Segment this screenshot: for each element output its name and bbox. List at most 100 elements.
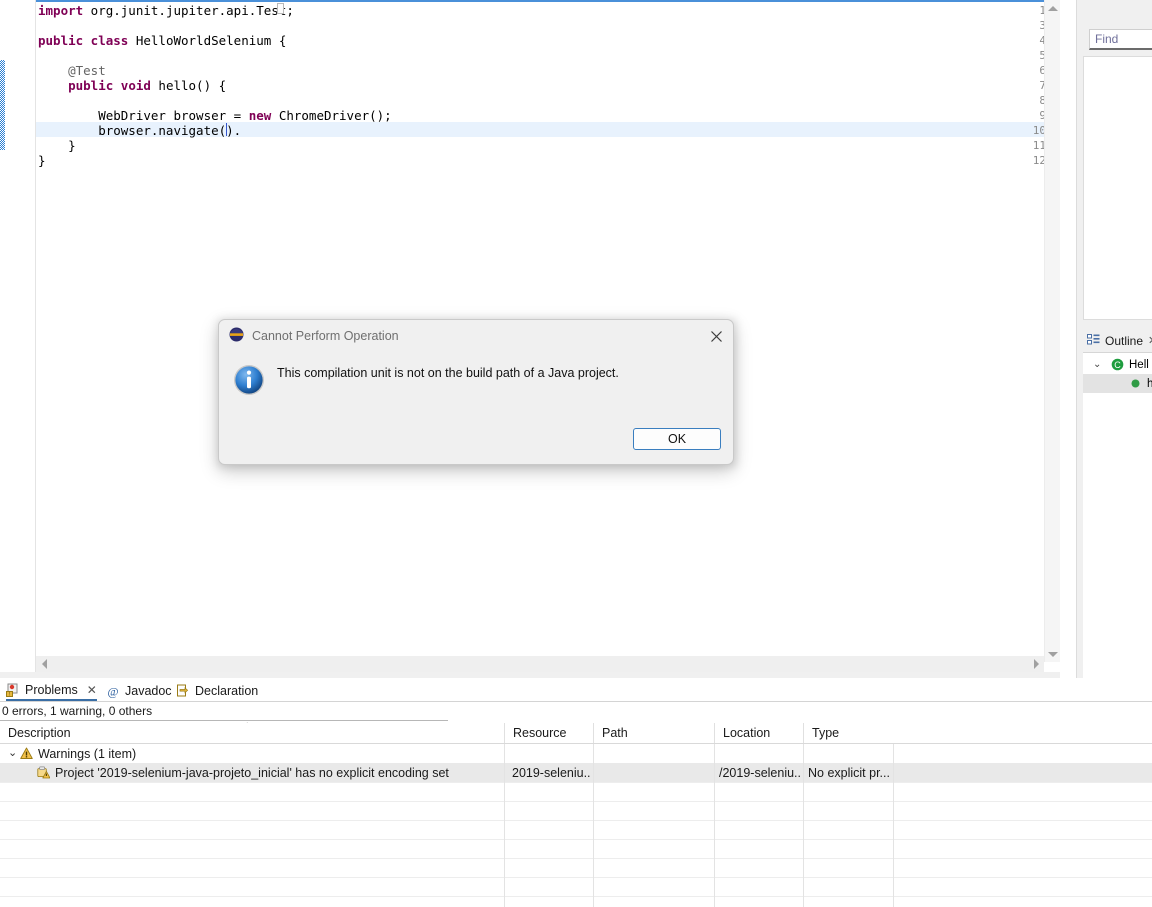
problems-icon: !: [6, 683, 20, 697]
grid-line: [504, 896, 505, 907]
grid-line: [893, 839, 894, 858]
warning-project-icon: [37, 766, 51, 782]
eclipse-icon: [229, 327, 244, 345]
code-token: hello() {: [150, 78, 227, 93]
scroll-down-icon[interactable]: [1045, 646, 1061, 662]
column-header-resource[interactable]: Resource: [504, 723, 593, 743]
grid-line: [504, 839, 505, 858]
right-side-panel: Outline ✕ ⌄ C Hell h: [1076, 0, 1152, 678]
grid-line: [593, 820, 594, 839]
code-line[interactable]: import org.junit.jupiter.api.Test;: [38, 3, 294, 18]
grid-line: [593, 801, 594, 820]
outline-item[interactable]: ⌄ C Hell: [1083, 355, 1152, 374]
grid-line: [893, 763, 894, 782]
tab-label: Problems: [25, 682, 78, 697]
scroll-right-icon[interactable]: [1028, 656, 1044, 672]
table-row[interactable]: [0, 877, 1152, 896]
code-line[interactable]: browser.navigate().: [38, 123, 241, 138]
tab-close-icon[interactable]: ✕: [87, 684, 97, 696]
problems-summary: 0 errors, 1 warning, 0 others: [2, 704, 153, 718]
code-line[interactable]: WebDriver browser = new ChromeDriver();: [38, 108, 392, 123]
outline-title: Outline: [1105, 333, 1144, 348]
column-header-description[interactable]: Description: [0, 723, 504, 743]
scroll-left-icon[interactable]: [36, 656, 52, 672]
grid-line: [504, 858, 505, 877]
grid-line: [714, 801, 715, 820]
code-token: org.junit.jupiter.api.Test;: [83, 3, 294, 18]
outline-tree[interactable]: ⌄ C Hell h: [1083, 352, 1152, 678]
import-marker-icon: [277, 3, 284, 14]
tab-javadoc[interactable]: @ Javadoc: [106, 680, 171, 701]
scroll-up-icon[interactable]: [1045, 0, 1061, 16]
grid-line: [803, 820, 804, 839]
table-row[interactable]: [0, 858, 1152, 877]
code-line[interactable]: }: [38, 153, 46, 168]
eclipse-ide-window: 1 3 4 5 6 7 8 9 10 11 12 import org.junit.jupiter.…: [0, 0, 1152, 907]
javadoc-icon: @: [106, 684, 120, 698]
problems-table-header: Description Resource Path Location Type: [0, 723, 1152, 743]
code-line[interactable]: public class HelloWorldSelenium {: [38, 33, 286, 48]
column-header-path[interactable]: Path: [593, 723, 714, 743]
grid-line: [714, 782, 715, 801]
editor-top-accent: [36, 0, 1044, 2]
table-row[interactable]: ⌄ Warnings (1 item): [0, 744, 1152, 763]
outline-item[interactable]: h: [1083, 374, 1152, 393]
code-token: WebDriver browser =: [38, 108, 249, 123]
table-row[interactable]: [0, 839, 1152, 858]
code-line[interactable]: @Test: [38, 63, 106, 78]
outline-tab-close-icon[interactable]: ✕: [1148, 334, 1152, 347]
table-row[interactable]: [0, 782, 1152, 801]
ok-button[interactable]: OK: [633, 428, 721, 450]
editor-bottom-strip: [0, 672, 1060, 678]
grid-line: [803, 839, 804, 858]
chevron-down-icon[interactable]: ⌄: [8, 746, 17, 759]
grid-line: [714, 877, 715, 896]
tab-outline[interactable]: Outline ✕: [1083, 330, 1152, 351]
table-row[interactable]: [0, 896, 1152, 907]
grid-line: [593, 858, 594, 877]
outline-item-label: Hell: [1129, 358, 1149, 371]
svg-text:@: @: [107, 684, 118, 698]
grid-line: [714, 858, 715, 877]
find-input[interactable]: [1090, 30, 1152, 48]
table-row[interactable]: [0, 801, 1152, 820]
tab-label: Declaration: [195, 683, 259, 698]
grid-line: [714, 896, 715, 907]
grid-line: [714, 839, 715, 858]
gutter-separator: [35, 0, 36, 678]
grid-line: [893, 782, 894, 801]
code-token: }: [38, 138, 76, 153]
grid-line: [893, 896, 894, 907]
grid-line: [893, 858, 894, 877]
cell-path: [601, 763, 712, 782]
grid-line: [593, 782, 594, 801]
dialog-message: This compilation unit is not on the buil…: [277, 366, 619, 380]
tab-problems[interactable]: ! Problems ✕: [6, 680, 97, 701]
method-public-icon: [1131, 379, 1140, 391]
grid-line: [504, 877, 505, 896]
code-token: browser.navigate().: [38, 123, 242, 138]
editor-horizontal-scrollbar[interactable]: [36, 656, 1044, 672]
close-icon[interactable]: [705, 326, 727, 346]
problems-table[interactable]: Description Resource Path Location Type ⌄ War…: [0, 723, 1152, 907]
tab-declaration[interactable]: Declaration: [176, 680, 258, 701]
grid-line: [593, 763, 594, 782]
grid-line: [714, 763, 715, 782]
grid-line: [714, 820, 715, 839]
code-line[interactable]: public void hello() {: [38, 78, 226, 93]
chevron-down-icon[interactable]: ⌄: [1093, 359, 1101, 370]
find-field[interactable]: [1089, 29, 1152, 50]
table-row[interactable]: Project '2019-selenium-java-projeto_inic…: [0, 763, 1152, 782]
editor-change-bar: [0, 60, 5, 150]
code-token: HelloWorldSelenium {: [128, 33, 287, 48]
outline-item-label: h: [1147, 377, 1152, 390]
declaration-icon: [176, 684, 190, 698]
java-class-icon: C: [1111, 358, 1124, 374]
column-header-location[interactable]: Location: [714, 723, 803, 743]
code-token: public class: [38, 33, 129, 48]
code-line[interactable]: }: [38, 138, 76, 153]
table-row[interactable]: [0, 820, 1152, 839]
column-header-type[interactable]: Type: [803, 723, 893, 743]
editor-vertical-scrollbar[interactable]: [1044, 0, 1060, 662]
